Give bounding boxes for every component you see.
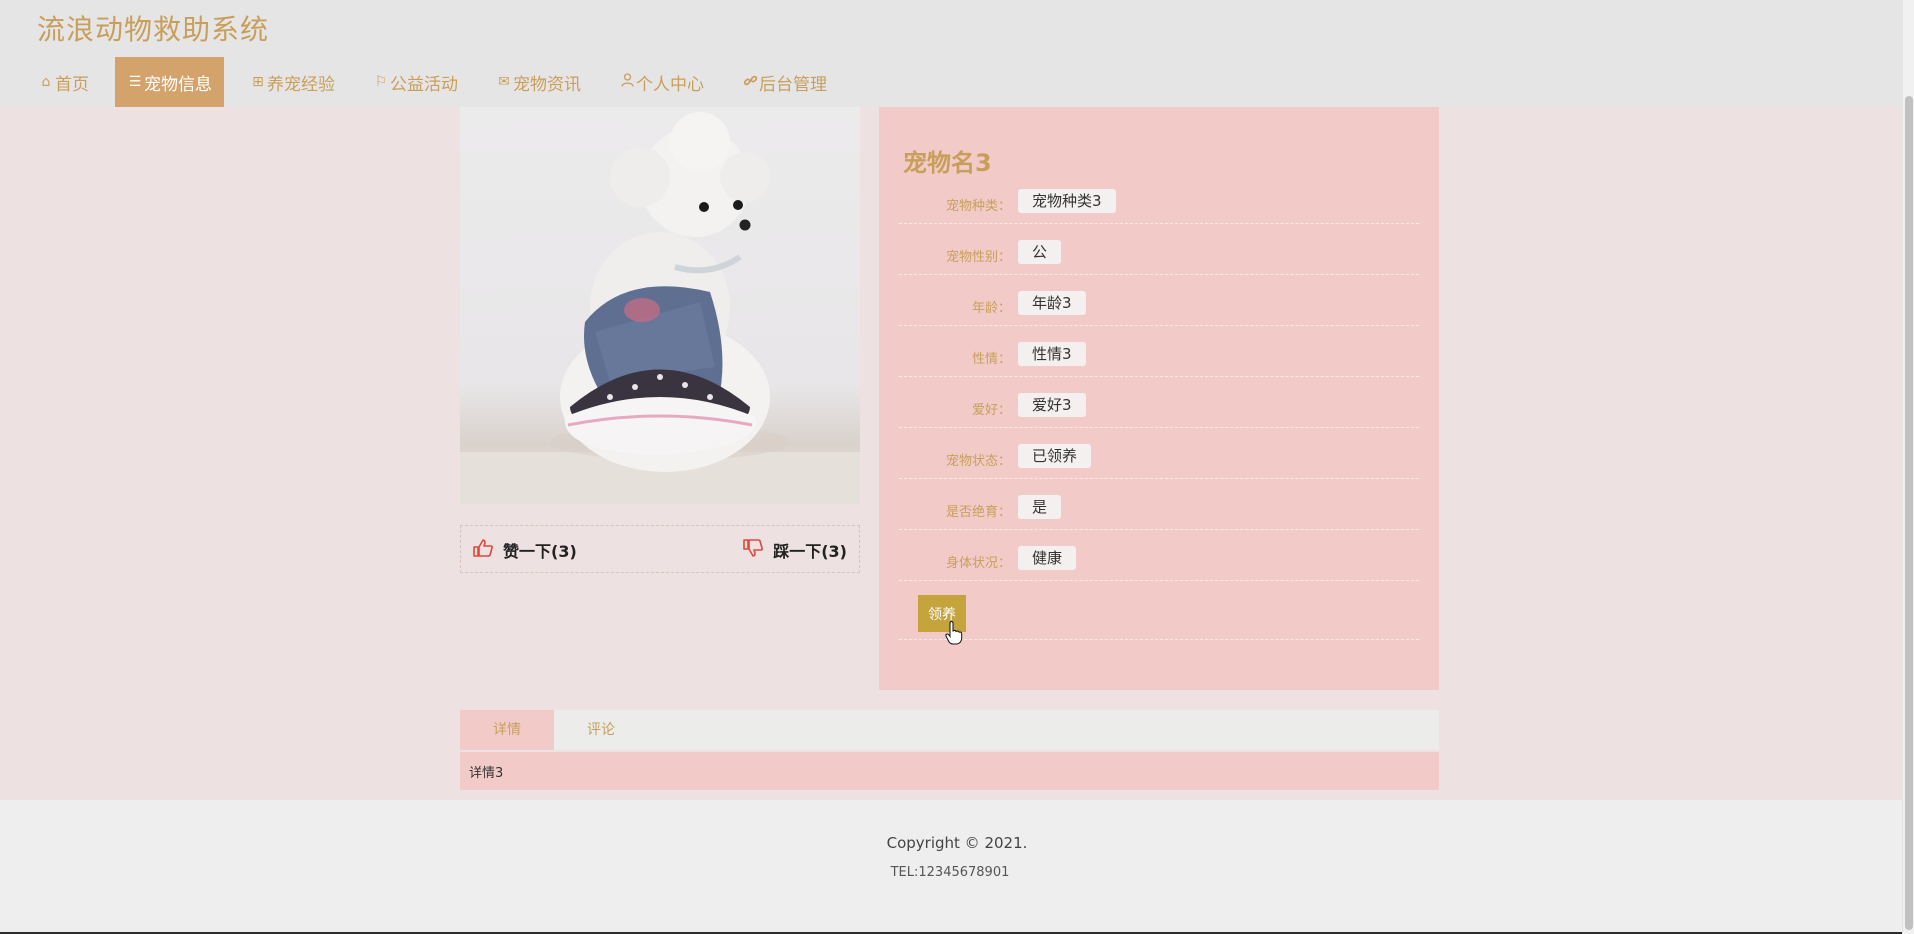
nav-item-label: 后台管理 [759, 74, 827, 95]
field-value: 性情3 [1018, 342, 1086, 366]
nav-item-label: 养宠经验 [267, 74, 335, 95]
field-value: 已领养 [1018, 444, 1092, 468]
field-label: 性情： [971, 352, 1011, 367]
nav-item-label: 首页 [55, 74, 89, 95]
thumbs-down-icon [743, 538, 764, 562]
dog-image [460, 112, 860, 504]
field-value: 健康 [1018, 546, 1077, 570]
field-label: 是否绝育： [945, 505, 1011, 520]
mail-icon: ✉ [498, 74, 510, 90]
main-nav: ⌂ 首页 ☰ 宠物信息 ⊞ 养宠经验 ⚐ 公益活动 ✉ 宠物资讯 个人中心 后台… [26, 57, 853, 107]
dislike-button[interactable]: 踩一下(3) [743, 538, 847, 562]
field-pet-gender: 宠物性别： 公 [899, 224, 1419, 275]
field-label: 宠物种类： [945, 199, 1011, 214]
nav-item-pet-experience[interactable]: ⊞ 养宠经验 [238, 57, 347, 107]
gift-icon: ⊞ [252, 74, 264, 90]
like-label: 赞一下(3) [503, 542, 577, 561]
flag-icon: ⚐ [374, 74, 388, 90]
pet-info-panel: 宠物名3 宠物种类： 宠物种类3 宠物性别： 公 年龄： 年龄3 性情： 性情3… [879, 107, 1439, 690]
field-value: 是 [1018, 495, 1062, 519]
tel-text: TEL:12345678901 [890, 865, 1010, 880]
nav-item-label: 宠物信息 [144, 74, 212, 95]
tab-comments[interactable]: 评论 [554, 710, 648, 750]
main-content: 赞一下(3) 踩一下(3) 宠物名3 宠物种类： 宠物种类3 宠物性别： 公 年… [0, 107, 1902, 800]
like-button[interactable]: 赞一下(3) [473, 538, 577, 562]
nav-item-pet-info[interactable]: ☰ 宠物信息 [115, 57, 224, 107]
pet-photo [460, 107, 860, 504]
nav-item-label: 宠物资讯 [513, 74, 581, 95]
copyright-text: Copyright © 2021. [886, 834, 1028, 852]
field-label: 爱好： [971, 403, 1011, 418]
detail-tabs: 详情 评论 [460, 710, 1439, 750]
adopt-row: 领养 [899, 581, 1419, 645]
dislike-label: 踩一下(3) [773, 542, 847, 561]
field-label: 身体状况： [945, 556, 1011, 571]
field-health: 身体状况： 健康 [899, 530, 1419, 581]
thumbs-up-icon [473, 538, 493, 562]
hand-cursor-icon [945, 621, 963, 645]
site-header: 流浪动物救助系统 ⌂ 首页 ☰ 宠物信息 ⊞ 养宠经验 ⚐ 公益活动 ✉ 宠物资… [0, 0, 1902, 107]
link-icon [742, 73, 758, 92]
field-pet-type: 宠物种类： 宠物种类3 [899, 173, 1419, 224]
tab-content: 详情3 [460, 752, 1439, 790]
scrollbar[interactable] [1902, 0, 1914, 934]
field-value: 年龄3 [1018, 291, 1086, 315]
field-label: 年龄： [971, 301, 1011, 316]
scrollbar-thumb[interactable] [1905, 96, 1913, 930]
nav-item-label: 个人中心 [636, 74, 704, 95]
field-label: 宠物状态： [945, 454, 1011, 469]
field-pet-status: 宠物状态： 已领养 [899, 428, 1419, 479]
vote-bar: 赞一下(3) 踩一下(3) [460, 525, 860, 573]
home-icon: ⌂ [41, 74, 51, 90]
site-title[interactable]: 流浪动物救助系统 [37, 8, 269, 48]
field-value: 宠物种类3 [1018, 189, 1116, 213]
nav-item-home[interactable]: ⌂ 首页 [26, 57, 101, 107]
field-label: 宠物性别： [945, 250, 1011, 265]
site-footer: Copyright © 2021. TEL:12345678901 [0, 800, 1902, 934]
field-neutered: 是否绝育： 是 [899, 479, 1419, 530]
tab-details[interactable]: 详情 [460, 710, 554, 750]
nav-item-pet-news[interactable]: ✉ 宠物资讯 [484, 57, 593, 107]
nav-item-charity-events[interactable]: ⚐ 公益活动 [361, 57, 470, 107]
field-age: 年龄： 年龄3 [899, 275, 1419, 326]
nav-item-profile[interactable]: 个人中心 [607, 57, 716, 107]
field-value: 爱好3 [1018, 393, 1086, 417]
nav-item-admin[interactable]: 后台管理 [730, 57, 839, 107]
list-icon: ☰ [128, 74, 142, 90]
field-hobby: 爱好： 爱好3 [899, 377, 1419, 428]
field-temperament: 性情： 性情3 [899, 326, 1419, 377]
nav-item-label: 公益活动 [390, 74, 458, 95]
user-icon [619, 73, 635, 91]
field-value: 公 [1018, 240, 1062, 264]
